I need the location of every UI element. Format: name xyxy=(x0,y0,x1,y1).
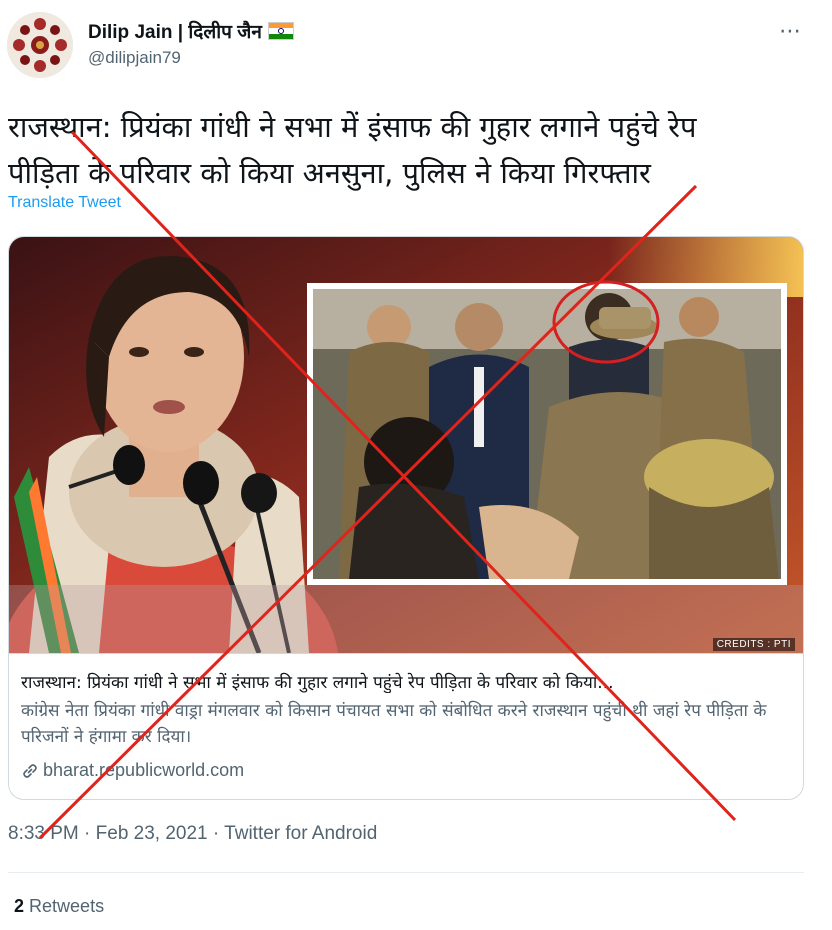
india-flag-icon xyxy=(267,22,294,40)
link-icon xyxy=(23,763,37,778)
author-name-row[interactable]: Dilip Jain | दिलीप जैन xyxy=(88,18,294,44)
card-domain-text: bharat.republicworld.com xyxy=(43,760,245,780)
link-preview-card[interactable]: CREDITS : PTI राजस्थान: प्रियंका गांधी न… xyxy=(8,236,804,800)
card-image[interactable]: CREDITS : PTI xyxy=(9,237,803,653)
avatar[interactable] xyxy=(7,12,73,78)
avatar-rose-pattern-icon xyxy=(7,12,73,78)
author-display-name[interactable]: Dilip Jain | दिलीप जैन xyxy=(88,18,262,44)
card-description: कांग्रेस नेता प्रियंका गांधी वाड्रा मंगल… xyxy=(21,701,767,747)
retweet-label: Retweets xyxy=(29,896,105,916)
retweet-count: 2 xyxy=(14,896,25,916)
author-handle[interactable]: @dilipjain79 xyxy=(88,48,181,68)
divider xyxy=(8,872,804,873)
tweet-text-line-2: पीड़िता के परिवार को किया अनसुना, पुलिस … xyxy=(8,156,651,190)
retweet-stat[interactable]: 2 Retweets xyxy=(14,896,104,917)
card-photo-collage xyxy=(9,237,803,653)
tweet-text: राजस्थान: प्रियंका गांधी ने सभा में इंसा… xyxy=(8,104,798,196)
card-domain: bharat.republicworld.com xyxy=(21,760,244,781)
tweet-text-line-1: राजस्थान: प्रियंका गांधी ने सभा में इंसा… xyxy=(8,110,697,144)
more-options-icon[interactable]: ⋯ xyxy=(779,18,802,44)
image-credit: CREDITS : PTI xyxy=(712,638,795,651)
card-body[interactable]: राजस्थान: प्रियंका गांधी ने सभा में इंसा… xyxy=(9,653,803,799)
card-title: राजस्थान: प्रियंका गांधी ने सभा में इंसा… xyxy=(21,673,614,693)
translate-tweet-link[interactable]: Translate Tweet xyxy=(8,194,121,212)
tweet-timestamp[interactable]: 8:33 PM · Feb 23, 2021 · Twitter for And… xyxy=(8,823,377,845)
